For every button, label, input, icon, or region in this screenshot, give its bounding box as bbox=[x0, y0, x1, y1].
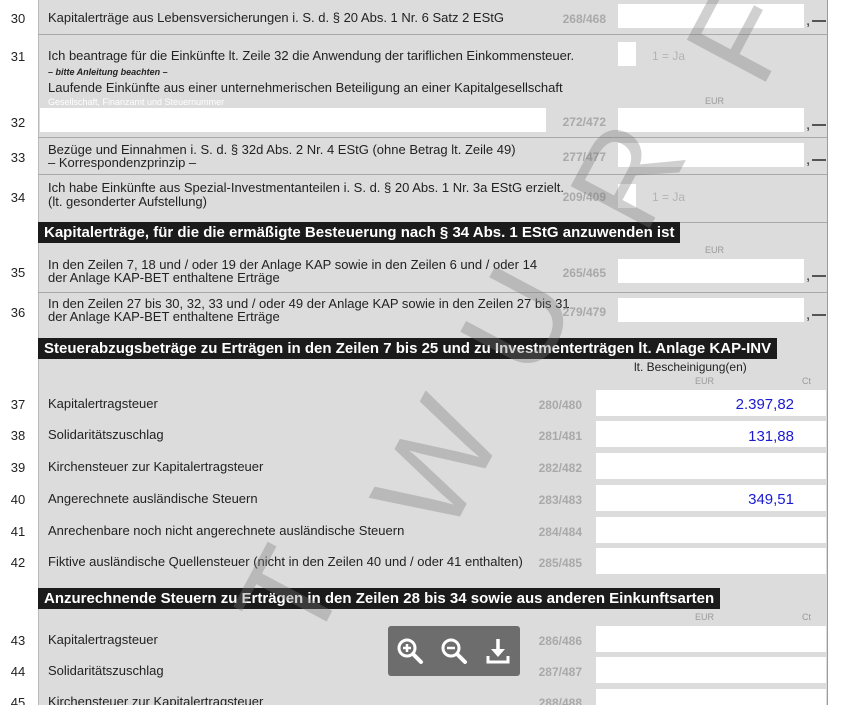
row-35-label-2: der Anlage KAP-BET enthaltene Erträge bbox=[48, 270, 280, 285]
row-33-dash bbox=[812, 159, 826, 161]
row-number-45: 45 bbox=[10, 695, 26, 705]
row-38-value: 131,88 bbox=[748, 428, 794, 445]
row-separator bbox=[38, 292, 827, 293]
row-32-eur-label: EUR bbox=[705, 96, 725, 106]
row-33-comma: , bbox=[806, 151, 811, 168]
row-43-amount-field[interactable] bbox=[596, 626, 826, 652]
row-45-amount-field[interactable] bbox=[596, 689, 826, 705]
row-45-label: Kirchensteuer zur Kapitalertragsteuer bbox=[48, 694, 264, 705]
row-number-35: 35 bbox=[10, 265, 26, 280]
row-30-code: 268/468 bbox=[562, 12, 606, 26]
certificate-label: lt. Bescheinigung(en) bbox=[634, 360, 747, 374]
row-number-41: 41 bbox=[10, 524, 26, 539]
row-37-value: 2.397,82 bbox=[735, 396, 794, 413]
row-36-comma: , bbox=[806, 306, 811, 323]
eur-column-label: EUR bbox=[695, 376, 715, 386]
tax-form-page: 30 Kapitalerträge aus Lebensversicherung… bbox=[0, 0, 862, 705]
row-35-code: 265/465 bbox=[562, 266, 606, 280]
ct-column-label: Ct bbox=[802, 376, 811, 386]
row-40-label: Angerechnete ausländische Steuern bbox=[48, 491, 258, 506]
row-33-label-2: – Korrespondenzprinzip – bbox=[48, 155, 197, 170]
row-42-code: 285/485 bbox=[538, 556, 582, 570]
section-heading-withholding-tax: Steuerabzugsbeträge zu Erträgen in den Z… bbox=[38, 338, 778, 359]
row-37-code: 280/480 bbox=[538, 398, 582, 412]
zoom-out-button[interactable] bbox=[438, 635, 470, 667]
row-39-code: 282/482 bbox=[538, 461, 582, 475]
section-1-eur-label: EUR bbox=[705, 245, 725, 255]
row-number-39: 39 bbox=[10, 460, 26, 475]
row-40-value: 349,51 bbox=[748, 491, 794, 508]
download-icon bbox=[486, 639, 510, 664]
row-44-code: 287/487 bbox=[538, 665, 582, 679]
download-button[interactable] bbox=[482, 635, 514, 667]
row-31-label-2: Laufende Einkünfte aus einer unternehmer… bbox=[48, 80, 563, 95]
row-30-dash bbox=[812, 20, 826, 22]
row-35-comma: , bbox=[806, 267, 811, 284]
row-31-note: – bitte Anleitung beachten – bbox=[48, 67, 168, 77]
row-43-label: Kapitalertragsteuer bbox=[48, 632, 158, 647]
row-number-34: 34 bbox=[10, 190, 26, 205]
row-number-38: 38 bbox=[10, 428, 26, 443]
zoom-in-icon bbox=[397, 638, 423, 664]
eur-column-label-2: EUR bbox=[695, 612, 715, 622]
row-44-amount-field[interactable] bbox=[596, 657, 826, 683]
row-32-hint: Gesellschaft, Finanzamt und Steuernummer bbox=[48, 97, 225, 107]
row-31-label: Ich beantrage für die Einkünfte lt. Zeil… bbox=[48, 48, 575, 63]
row-37-label: Kapitalertragsteuer bbox=[48, 396, 158, 411]
form-right-border bbox=[827, 0, 828, 705]
row-number-43: 43 bbox=[10, 633, 26, 648]
row-41-label: Anrechenbare noch nicht angerechnete aus… bbox=[48, 523, 405, 538]
row-41-amount-field[interactable] bbox=[596, 517, 826, 543]
row-number-36: 36 bbox=[10, 305, 26, 320]
row-36-dash bbox=[812, 314, 826, 316]
row-43-code: 286/486 bbox=[538, 634, 582, 648]
row-number-30: 30 bbox=[10, 11, 26, 26]
row-36-label-2: der Anlage KAP-BET enthaltene Erträge bbox=[48, 309, 280, 324]
row-separator bbox=[38, 137, 827, 138]
row-41-code: 284/484 bbox=[538, 525, 582, 539]
row-36-amount-field[interactable] bbox=[618, 298, 804, 322]
section-heading-reduced-taxation: Kapitalerträge, für die die ermäßigte Be… bbox=[38, 222, 681, 243]
row-39-label: Kirchensteuer zur Kapitalertragsteuer bbox=[48, 459, 264, 474]
row-number-31: 31 bbox=[10, 49, 26, 64]
row-38-code: 281/481 bbox=[538, 429, 582, 443]
ct-column-label-2: Ct bbox=[802, 612, 811, 622]
row-30-label: Kapitalerträge aus Lebensversicherungen … bbox=[48, 10, 504, 25]
row-31-ja-label: 1 = Ja bbox=[652, 49, 686, 63]
row-39-amount-field[interactable] bbox=[596, 453, 826, 479]
row-42-amount-field[interactable] bbox=[596, 548, 826, 574]
row-number-42: 42 bbox=[10, 555, 26, 570]
row-31-checkbox-field[interactable] bbox=[618, 42, 636, 66]
row-45-code: 288/488 bbox=[538, 696, 582, 705]
row-number-33: 33 bbox=[10, 150, 26, 165]
row-32-comma: , bbox=[806, 116, 811, 133]
zoom-in-button[interactable] bbox=[394, 635, 426, 667]
row-35-dash bbox=[812, 275, 826, 277]
row-number-37: 37 bbox=[10, 397, 26, 412]
pdf-viewer-toolbar bbox=[388, 626, 520, 676]
section-heading-creditable-taxes: Anzurechnende Steuern zu Erträgen in den… bbox=[38, 588, 721, 609]
row-40-code: 283/483 bbox=[538, 493, 582, 507]
row-32-dash bbox=[812, 124, 826, 126]
row-32-company-field[interactable] bbox=[40, 108, 546, 132]
zoom-out-icon bbox=[441, 638, 467, 664]
row-35-amount-field[interactable] bbox=[618, 259, 804, 283]
row-number-40: 40 bbox=[10, 492, 26, 507]
row-34-label-2: (lt. gesonderter Aufstellung) bbox=[48, 194, 207, 209]
row-44-label: Solidaritätszuschlag bbox=[48, 663, 164, 678]
row-number-44: 44 bbox=[10, 664, 26, 679]
row-38-label: Solidaritätszuschlag bbox=[48, 427, 164, 442]
row-number-32: 32 bbox=[10, 115, 26, 130]
row-34-label: Ich habe Einkünfte aus Spezial-Investmen… bbox=[48, 180, 564, 195]
row-32-amount-field[interactable] bbox=[618, 108, 804, 132]
